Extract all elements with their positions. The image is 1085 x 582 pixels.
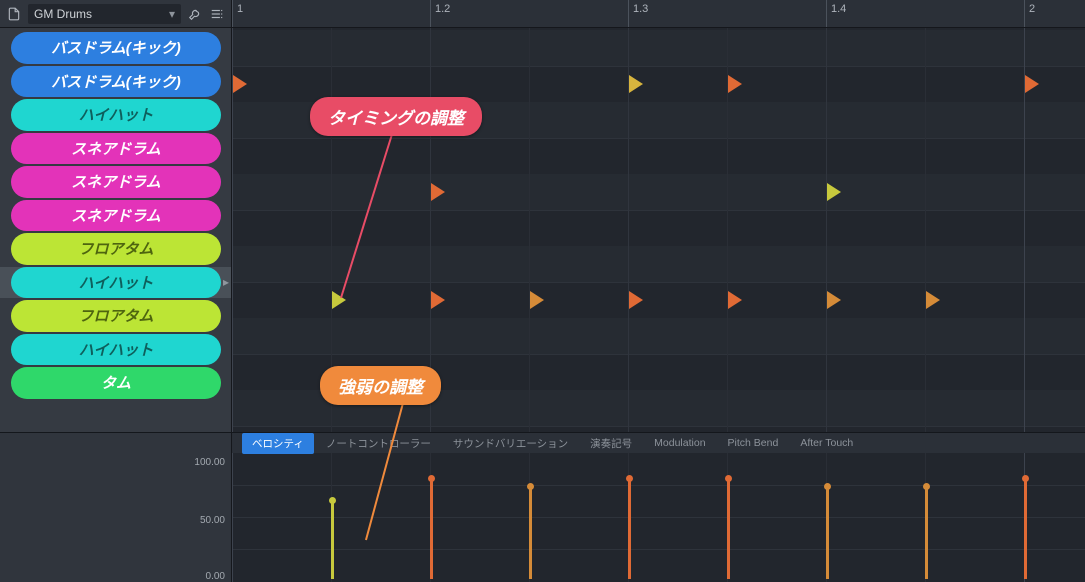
track-row[interactable]: ハイハット▸ — [0, 267, 231, 299]
controller-tab[interactable]: ベロシティ — [242, 433, 314, 454]
drum-note[interactable] — [728, 75, 742, 93]
controller-tab[interactable]: 演奏記号 — [580, 433, 642, 454]
track-pill: フロアタム — [11, 300, 221, 332]
track-pill: バスドラム(キック) — [11, 66, 221, 98]
bottom-pane: 100.00 50.00 0.00 ベロシティノートコントローラーサウンドバリエーシ… — [0, 432, 1085, 582]
play-cursor-icon: ▸ — [223, 275, 229, 289]
velocity-gutter: 100.00 50.00 0.00 — [0, 433, 231, 582]
ruler-tick: 2 — [1024, 0, 1025, 27]
ruler-label: 1.3 — [633, 3, 648, 15]
track-pill: バスドラム(キック) — [11, 32, 221, 64]
main-area: バスドラム(キック)バスドラム(キック)ハイハットスネアドラムスネアドラムスネア… — [0, 28, 1085, 432]
drum-note[interactable] — [431, 291, 445, 309]
wrench-icon[interactable] — [187, 6, 203, 22]
velocity-bar[interactable] — [430, 478, 433, 579]
controller-tab[interactable]: ノートコントローラー — [316, 433, 441, 454]
track-row[interactable]: ハイハット — [11, 99, 221, 131]
annotation-bubble: 強弱の調整 — [320, 366, 441, 405]
velocity-bar[interactable] — [925, 486, 928, 579]
track-pill: ハイハット — [11, 267, 221, 299]
ruler-tick: 1.4 — [826, 0, 827, 27]
controller-tab[interactable]: After Touch — [790, 434, 863, 452]
annotation-bubble: タイミングの調整 — [310, 97, 482, 136]
document-icon[interactable] — [6, 6, 22, 22]
drum-note[interactable] — [1025, 75, 1039, 93]
ruler-label: 1 — [237, 3, 243, 15]
ruler-tick: 1.3 — [628, 0, 629, 27]
controller-tab[interactable]: Pitch Bend — [718, 434, 789, 452]
drum-note[interactable] — [926, 291, 940, 309]
track-pill: スネアドラム — [11, 133, 221, 165]
preset-name: GM Drums — [34, 7, 92, 21]
velocity-bar[interactable] — [1024, 478, 1027, 579]
track-pill: ハイハット — [11, 334, 221, 366]
track-row[interactable]: バスドラム(キック) — [11, 66, 221, 98]
drum-note[interactable] — [827, 291, 841, 309]
track-row[interactable]: タム — [11, 367, 221, 399]
velocity-bar[interactable] — [826, 486, 829, 579]
velocity-scale-label: 100.00 — [194, 457, 225, 468]
ruler-tick: 1 — [232, 0, 233, 27]
drum-note[interactable] — [629, 75, 643, 93]
track-pill: ハイハット — [11, 99, 221, 131]
track-row[interactable]: スネアドラム — [11, 200, 221, 232]
drum-note[interactable] — [332, 291, 346, 309]
track-row[interactable]: スネアドラム — [11, 133, 221, 165]
velocity-area[interactable] — [232, 453, 1085, 582]
ruler-label: 1.2 — [435, 3, 450, 15]
drum-note[interactable] — [827, 183, 841, 201]
chevron-down-icon: ▾ — [169, 7, 175, 21]
controller-tab[interactable]: サウンドバリエーション — [443, 433, 578, 454]
preset-select[interactable]: GM Drums ▾ — [28, 4, 181, 24]
drum-note[interactable] — [530, 291, 544, 309]
track-row[interactable]: フロアタム — [11, 300, 221, 332]
track-row[interactable]: ハイハット — [11, 334, 221, 366]
controller-tabs: ベロシティノートコントローラーサウンドバリエーション演奏記号Modulation… — [232, 433, 1085, 453]
ruler-label: 2 — [1029, 3, 1035, 15]
drum-note[interactable] — [728, 291, 742, 309]
track-pill: スネアドラム — [11, 200, 221, 232]
track-pill: フロアタム — [11, 233, 221, 265]
track-pill: スネアドラム — [11, 166, 221, 198]
ruler-label: 1.4 — [831, 3, 846, 15]
drum-note[interactable] — [431, 183, 445, 201]
topbar-left: GM Drums ▾ — [0, 0, 231, 27]
track-row[interactable]: バスドラム(キック) — [11, 32, 221, 64]
velocity-scale-label: 0.00 — [206, 571, 225, 582]
timeline-ruler[interactable]: 1 1.2 1.3 1.4 2 — [231, 0, 1085, 27]
velocity-bar[interactable] — [628, 478, 631, 579]
tracklist-icon[interactable] — [209, 6, 225, 22]
track-row[interactable]: スネアドラム — [11, 166, 221, 198]
topbar: GM Drums ▾ 1 1.2 1.3 1.4 2 — [0, 0, 1085, 28]
track-pill: タム — [11, 367, 221, 399]
controller-tab[interactable]: Modulation — [644, 434, 715, 452]
drum-note[interactable] — [233, 75, 247, 93]
velocity-scale-label: 50.00 — [200, 515, 225, 526]
velocity-bar[interactable] — [529, 486, 532, 579]
velocity-bar[interactable] — [727, 478, 730, 579]
drum-note[interactable] — [629, 291, 643, 309]
track-row[interactable]: フロアタム — [11, 233, 221, 265]
track-list: バスドラム(キック)バスドラム(キック)ハイハットスネアドラムスネアドラムスネア… — [0, 28, 231, 432]
velocity-bar[interactable] — [331, 500, 334, 579]
ruler-tick: 1.2 — [430, 0, 431, 27]
velocity-pane: ベロシティノートコントローラーサウンドバリエーション演奏記号Modulation… — [231, 433, 1085, 582]
